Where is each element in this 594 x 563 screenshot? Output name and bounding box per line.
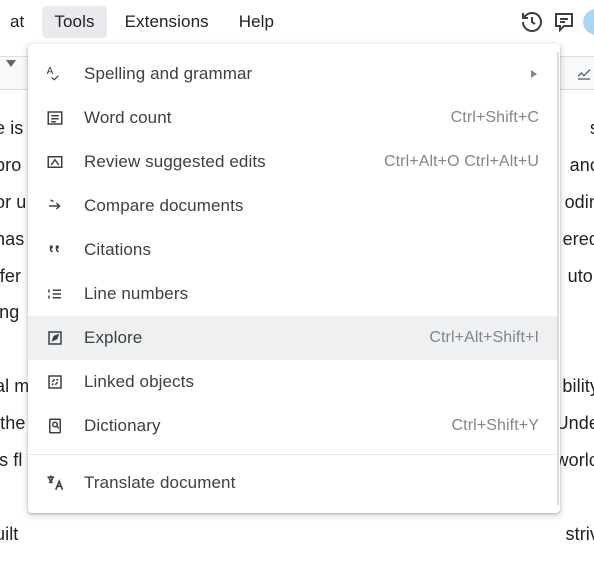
wordcount-icon [42, 109, 68, 127]
svg-text:A: A [47, 66, 54, 77]
menu-explore[interactable]: Explore Ctrl+Alt+Shift+I [28, 316, 557, 360]
menu-label: Linked objects [84, 372, 539, 392]
menu-item-prev[interactable]: at [0, 6, 36, 38]
menu-label: Citations [84, 240, 539, 260]
compare-icon [42, 197, 68, 215]
translate-icon [42, 473, 68, 493]
menu-label: Spelling and grammar [84, 64, 521, 84]
menu-label: Dictionary [84, 416, 440, 436]
menu-item-help[interactable]: Help [227, 6, 286, 38]
menu-item-tools[interactable]: Tools [42, 6, 106, 38]
comment-icon[interactable] [548, 10, 580, 34]
submenu-arrow-icon [529, 69, 539, 79]
linked-icon [42, 373, 68, 391]
menu-shortcut: Ctrl+Shift+C [451, 109, 539, 127]
menu-label: Explore [84, 328, 417, 348]
share-avatar[interactable] [580, 8, 594, 36]
menu-translate[interactable]: Translate document [28, 461, 557, 505]
menu-word-count[interactable]: Word count Ctrl+Shift+C [28, 96, 557, 140]
menu-shortcut: Ctrl+Shift+Y [452, 417, 539, 435]
indent-marker-icon [6, 60, 16, 67]
editing-mode-icon [576, 58, 592, 88]
linenumbers-icon [42, 285, 68, 303]
tools-dropdown: A Spelling and grammar Word count Ctrl+S… [28, 44, 560, 513]
spellcheck-icon: A [42, 64, 68, 84]
menu-label: Translate document [84, 473, 539, 493]
menu-shortcut: Ctrl+Alt+O Ctrl+Alt+U [384, 153, 539, 171]
dictionary-icon [42, 417, 68, 435]
explore-icon [42, 329, 68, 347]
citations-icon [42, 241, 68, 259]
menu-spelling-grammar[interactable]: A Spelling and grammar [28, 52, 557, 96]
review-icon [42, 153, 68, 171]
menu-separator [28, 454, 557, 455]
menu-dictionary[interactable]: Dictionary Ctrl+Shift+Y [28, 404, 557, 448]
menu-compare-docs[interactable]: Compare documents [28, 184, 557, 228]
menu-linked-objects[interactable]: Linked objects [28, 360, 557, 404]
menu-item-extensions[interactable]: Extensions [113, 6, 221, 38]
menu-review-edits[interactable]: Review suggested edits Ctrl+Alt+O Ctrl+A… [28, 140, 557, 184]
history-icon[interactable] [516, 10, 548, 34]
menu-label: Compare documents [84, 196, 539, 216]
menubar: at Tools Extensions Help [0, 0, 594, 44]
menu-shortcut: Ctrl+Alt+Shift+I [429, 329, 539, 347]
menu-label: Word count [84, 108, 439, 128]
menu-label: Review suggested edits [84, 152, 372, 172]
menu-line-numbers[interactable]: Line numbers [28, 272, 557, 316]
menu-citations[interactable]: Citations [28, 228, 557, 272]
menu-label: Line numbers [84, 284, 539, 304]
